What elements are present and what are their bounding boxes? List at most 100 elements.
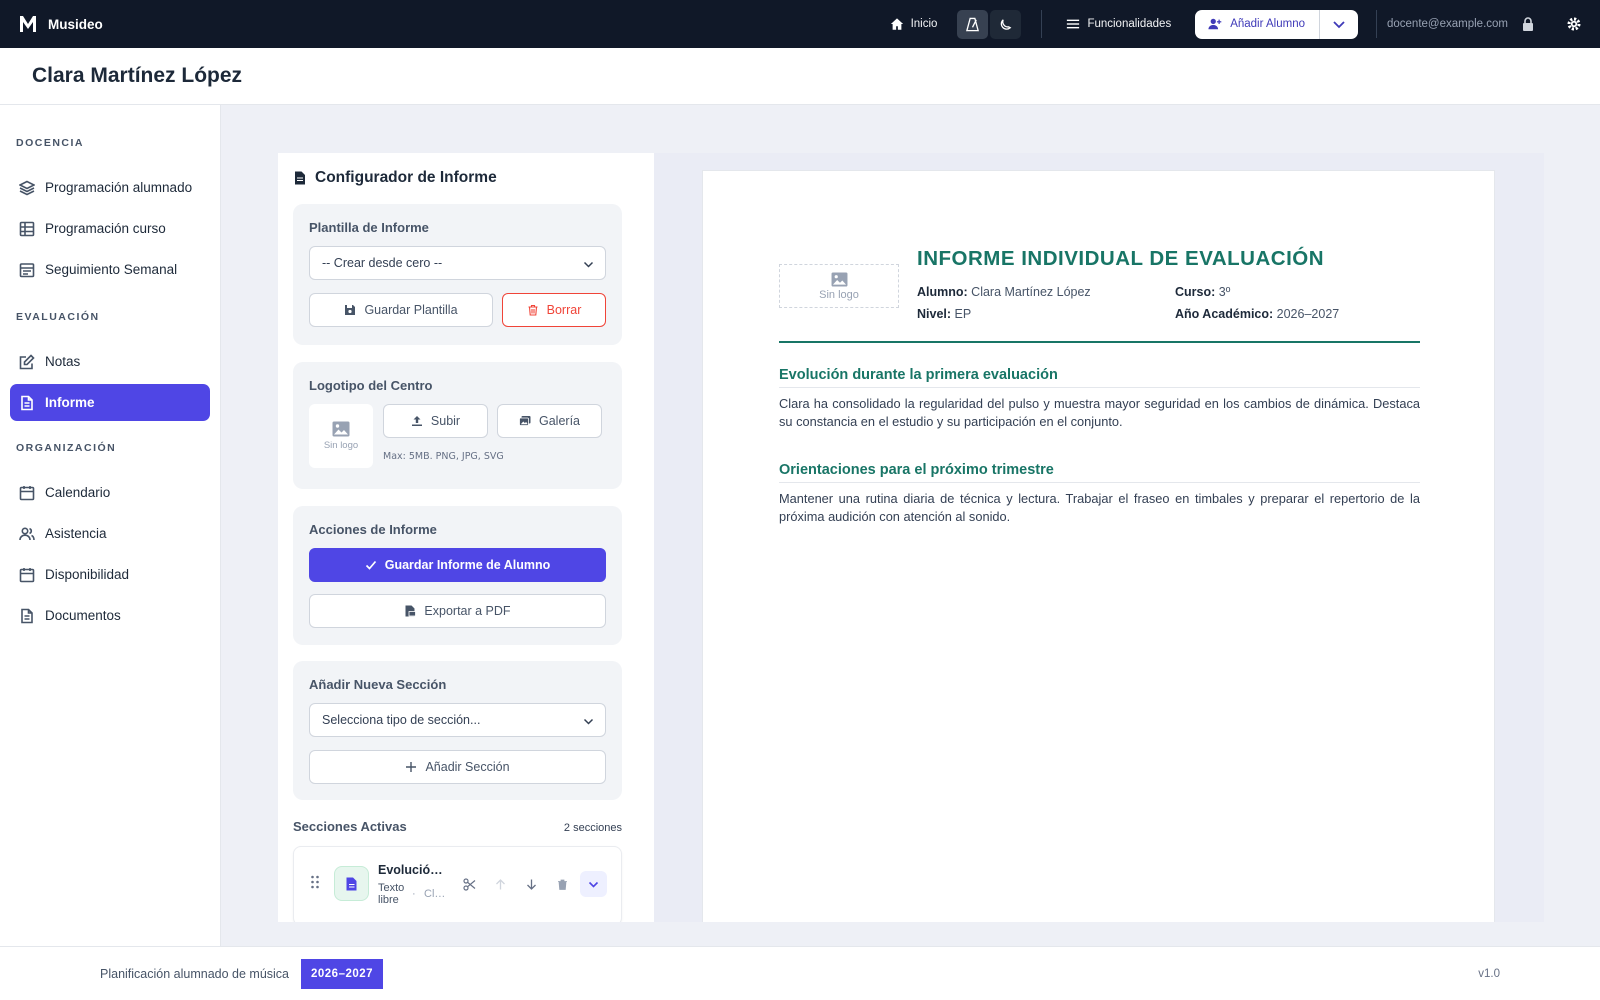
metronome-button[interactable]: [957, 9, 989, 39]
arrow-down-icon: [527, 879, 536, 890]
meta-value: Clara Martínez López: [971, 285, 1091, 299]
app-version: v1.0: [1478, 967, 1500, 980]
report-section-heading: Evolución durante la primera evaluación: [779, 367, 1420, 388]
logo-upload-hint: Max: 5MB. PNG, JPG, SVG: [383, 451, 504, 462]
calendar-icon: [19, 485, 35, 500]
report-section-body: Clara ha consolidado la regularidad del …: [779, 396, 1420, 429]
meta-value: 2026–2027: [1276, 307, 1340, 321]
report-document: Sin logo INFORME INDIVIDUAL DE EVALUACIÓ…: [702, 170, 1495, 922]
meta-value: 3º: [1218, 285, 1231, 299]
report-preview-area: Sin logo INFORME INDIVIDUAL DE EVALUACIÓ…: [654, 153, 1544, 922]
report-section-heading: Orientaciones para el próximo trimestre: [779, 462, 1420, 483]
export-pdf-button[interactable]: Exportar a PDF: [309, 594, 606, 628]
sidebar-item-label: Informe: [45, 395, 95, 410]
trash-icon: [558, 879, 567, 890]
divider: [1041, 10, 1043, 38]
move-up-button[interactable]: [487, 871, 514, 897]
save-report-button[interactable]: Guardar Informe de Alumno: [309, 548, 606, 582]
section-list-item[interactable]: Evolución durante la primera evaluación …: [293, 846, 622, 922]
arrow-up-icon: [496, 878, 505, 889]
logo-preview: Sin logo: [309, 404, 373, 468]
delete-template-button[interactable]: Borrar: [502, 293, 606, 327]
document-icon: [21, 608, 33, 623]
gallery-button[interactable]: Galería: [497, 404, 602, 438]
document-icon: [346, 877, 357, 890]
sidebar-item-disponibilidad[interactable]: Disponibilidad: [10, 556, 210, 593]
table-icon: [19, 221, 35, 236]
sidebar-item-informe[interactable]: Informe: [10, 384, 210, 421]
save-report-label: Guardar Informe de Alumno: [384, 558, 551, 572]
upload-logo-button[interactable]: Subir: [383, 404, 488, 438]
report-configurator-panel: Configurador de Informe Plantilla de Inf…: [278, 153, 654, 922]
export-pdf-label: Exportar a PDF: [424, 604, 511, 618]
metronome-icon: [966, 17, 980, 31]
sidebar-item-programacion-alumnado[interactable]: Programación alumnado: [10, 169, 210, 206]
sidebar: DOCENCIA Programación alumnado Programac…: [0, 105, 221, 946]
sidebar-item-asistencia[interactable]: Asistencia: [10, 515, 210, 552]
layers-icon: [19, 180, 35, 195]
nav-features-label: Funcionalidades: [1087, 18, 1172, 30]
sidebar-item-documentos[interactable]: Documentos: [10, 597, 210, 634]
sidebar-item-label: Notas: [45, 354, 81, 369]
sidebar-section-organizacion: ORGANIZACIÓN: [16, 442, 117, 454]
file-pdf-icon: [405, 605, 417, 617]
template-card: Plantilla de Informe -- Crear desde cero…: [293, 204, 622, 345]
sidebar-item-programacion-curso[interactable]: Programación curso: [10, 210, 210, 247]
delete-section-button[interactable]: [549, 871, 576, 897]
save-template-button[interactable]: Guardar Plantilla: [309, 293, 493, 327]
meta-curso: Curso: 3º: [1175, 285, 1230, 299]
template-select[interactable]: -- Crear desde cero --: [309, 246, 606, 280]
plus-icon: [406, 762, 417, 772]
file-text-icon: [295, 171, 305, 185]
nav-home[interactable]: Inicio: [878, 9, 950, 39]
sidebar-item-label: Asistencia: [45, 526, 107, 541]
sidebar-item-calendario[interactable]: Calendario: [10, 474, 210, 511]
move-down-button[interactable]: [518, 871, 545, 897]
expand-section-button[interactable]: [580, 871, 607, 897]
upload-logo-label: Subir: [430, 414, 461, 428]
add-student-label: Añadir Alumno: [1230, 18, 1305, 30]
nav-features[interactable]: Funcionalidades: [1054, 9, 1183, 39]
menu-icon: [1067, 19, 1080, 29]
add-student-button[interactable]: Añadir Alumno: [1195, 9, 1320, 39]
sidebar-item-label: Calendario: [45, 485, 111, 500]
top-navbar: Musideo Inicio Funcionalidades Añadir Al…: [0, 0, 1600, 48]
trash-icon: [528, 304, 538, 316]
brand[interactable]: Musideo: [18, 14, 103, 34]
meta-label: Curso:: [1175, 285, 1216, 299]
sidebar-item-label: Programación curso: [45, 221, 166, 236]
logo-card-title: Logotipo del Centro: [309, 378, 433, 393]
lock-icon[interactable]: [1520, 16, 1536, 32]
section-type-badge: [334, 866, 369, 901]
sidebar-item-seguimiento-semanal[interactable]: Seguimiento Semanal: [10, 251, 210, 288]
sidebar-section-docencia: DOCENCIA: [16, 137, 85, 149]
report-logo-text: Sin logo: [819, 288, 859, 301]
users-icon: [19, 526, 35, 540]
sidebar-item-label: Seguimiento Semanal: [45, 262, 178, 277]
add-student-dropdown-toggle[interactable]: [1320, 10, 1358, 39]
report-section-body: Mantener una rutina diaria de técnica y …: [779, 491, 1420, 524]
cut-section-button[interactable]: [456, 871, 483, 897]
page-title: Clara Martínez López: [32, 64, 243, 87]
sidebar-item-notas[interactable]: Notas: [10, 343, 210, 380]
chevron-down-icon: [1333, 21, 1345, 29]
meta-nivel: Nivel: EP: [917, 307, 971, 321]
logo-m-icon: [20, 16, 36, 32]
image-icon: [831, 271, 847, 287]
meta-value: EP: [954, 307, 972, 321]
add-section-button[interactable]: Añadir Sección: [309, 750, 606, 784]
meta-label: Alumno:: [917, 285, 968, 299]
section-type-select[interactable]: Selecciona tipo de sección...: [309, 703, 606, 737]
gallery-label: Galería: [539, 414, 580, 428]
gear-icon[interactable]: [1566, 16, 1582, 32]
gallery-icon: [519, 416, 531, 426]
separator-dot: ·: [412, 888, 416, 900]
academic-year-badge: 2026–2027: [301, 958, 384, 989]
drag-handle-icon[interactable]: [310, 875, 320, 889]
active-sections-header: Secciones Activas 2 secciones: [293, 819, 622, 834]
sidebar-section-evaluacion: EVALUACIÓN: [16, 311, 100, 323]
template-select-value: -- Crear desde cero --: [322, 256, 443, 270]
active-sections-title: Secciones Activas: [293, 819, 407, 834]
add-section-title: Añadir Nueva Sección: [309, 677, 447, 692]
dark-mode-button[interactable]: [990, 9, 1022, 39]
